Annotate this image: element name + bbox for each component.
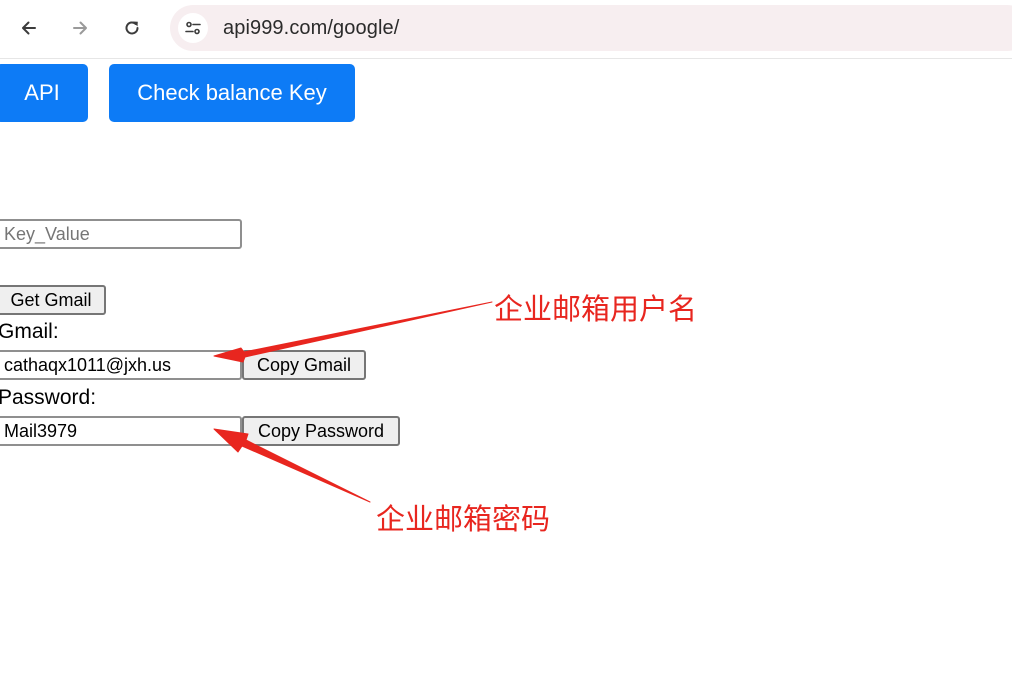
- arrow-left-icon: [22, 21, 36, 35]
- key-value-input[interactable]: Key_Value: [0, 219, 242, 249]
- reload-icon: [125, 21, 139, 35]
- api-button[interactable]: API: [0, 64, 88, 122]
- back-button[interactable]: [14, 13, 44, 43]
- password-field[interactable]: Mail3979: [0, 416, 242, 446]
- check-balance-key-button[interactable]: Check balance Key: [109, 64, 355, 122]
- password-label: Password:: [0, 386, 97, 409]
- browser-toolbar: api999.com/google/: [0, 0, 1012, 59]
- get-gmail-button[interactable]: Get Gmail: [0, 285, 106, 315]
- arrow-right-icon: [73, 21, 87, 35]
- copy-password-button[interactable]: Copy Password: [242, 416, 400, 446]
- gmail-label: Gmail:: [0, 320, 59, 343]
- forward-button[interactable]: [65, 13, 95, 43]
- gmail-field[interactable]: cathaqx1011@jxh.us: [0, 350, 242, 380]
- reload-button[interactable]: [117, 13, 147, 43]
- password-annotation: 企业邮箱密码: [376, 502, 551, 536]
- username-annotation: 企业邮箱用户名: [494, 292, 698, 326]
- url-text[interactable]: api999.com/google/: [223, 17, 399, 40]
- site-settings-button[interactable]: [178, 13, 208, 43]
- tune-icon: [185, 21, 201, 35]
- page: api999.com/google/ API Check balance Key…: [0, 0, 1012, 676]
- copy-gmail-button[interactable]: Copy Gmail: [242, 350, 366, 380]
- address-bar[interactable]: api999.com/google/: [170, 5, 1012, 51]
